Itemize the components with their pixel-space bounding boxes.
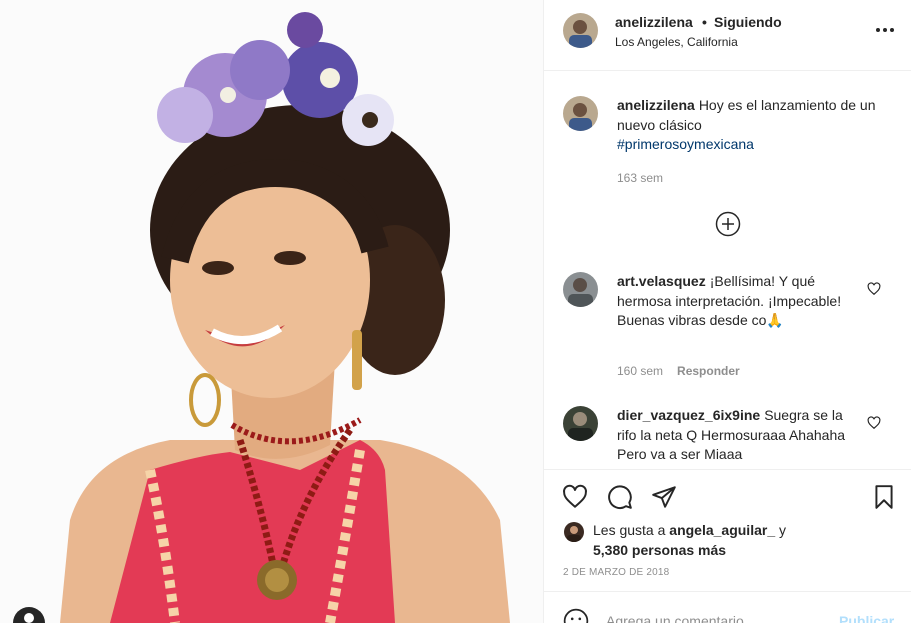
post-sidebar: anelizzilena • Siguiendo Los Angeles, Ca…	[543, 0, 911, 623]
post-date[interactable]: 2 DE MARZO DE 2018	[563, 567, 669, 578]
comment-heart-icon[interactable]	[867, 416, 881, 430]
liker-username[interactable]: angela_aguilar_	[669, 522, 775, 538]
plus-circle-icon[interactable]	[715, 211, 741, 237]
comment-heart-icon[interactable]	[867, 282, 881, 296]
comment-username[interactable]: dier_vazquez_6ix9ine	[617, 407, 760, 423]
comment-time: 160 sem	[617, 364, 664, 378]
post-header: anelizzilena • Siguiendo Los Angeles, Ca…	[544, 0, 911, 71]
commenter-avatar[interactable]	[563, 406, 598, 441]
portrait-image	[0, 0, 543, 623]
follow-status[interactable]: Siguiendo	[714, 14, 782, 30]
caption-author-avatar[interactable]	[563, 96, 598, 131]
comment-meta: 160 sem Responder	[617, 364, 740, 378]
comment-icon[interactable]	[607, 484, 633, 510]
author-avatar[interactable]	[563, 13, 598, 48]
caption-hashtag[interactable]: #primerosoymexicana	[617, 135, 877, 155]
caption-time: 163 sem	[617, 171, 664, 185]
caption-text: anelizzilena Hoy es el lanzamiento de un …	[617, 96, 877, 155]
likes-prefix: Les gusta a	[593, 522, 666, 538]
heart-icon[interactable]	[562, 484, 588, 510]
comments-list[interactable]: anelizzilena Hoy es el lanzamiento de un …	[544, 72, 911, 469]
emoji-icon[interactable]	[563, 608, 589, 623]
more-horizontal-icon[interactable]	[874, 22, 896, 38]
publish-button[interactable]: Publicar	[839, 613, 894, 623]
comment-text: art.velasquez ¡Bellísima! Y qué hermosa i…	[617, 272, 862, 331]
comment-text: dier_vazquez_6ix9ine Suegra se la rifo la…	[617, 406, 862, 465]
comment-username[interactable]: art.velasquez	[617, 273, 706, 289]
likes-text: Les gusta a angela_aguilar_ y 5,380 pers…	[593, 520, 893, 560]
add-comment-bar: Publicar	[544, 591, 911, 623]
separator-dot: •	[702, 14, 707, 30]
liker-avatar[interactable]	[564, 522, 584, 542]
author-username[interactable]: anelizzilena	[615, 14, 693, 30]
bookmark-icon[interactable]	[871, 484, 897, 510]
likes-connector: y	[779, 522, 786, 538]
post-location[interactable]: Los Angeles, California	[615, 35, 738, 49]
post-photo[interactable]	[0, 0, 543, 623]
send-icon[interactable]	[651, 484, 677, 510]
post-actions: Les gusta a angela_aguilar_ y 5,380 pers…	[544, 469, 911, 591]
commenter-avatar[interactable]	[563, 272, 598, 307]
reply-button[interactable]: Responder	[677, 364, 740, 378]
likes-count-link[interactable]: 5,380 personas más	[593, 542, 726, 558]
comment-input[interactable]	[606, 611, 826, 623]
caption-username[interactable]: anelizzilena	[617, 97, 695, 113]
